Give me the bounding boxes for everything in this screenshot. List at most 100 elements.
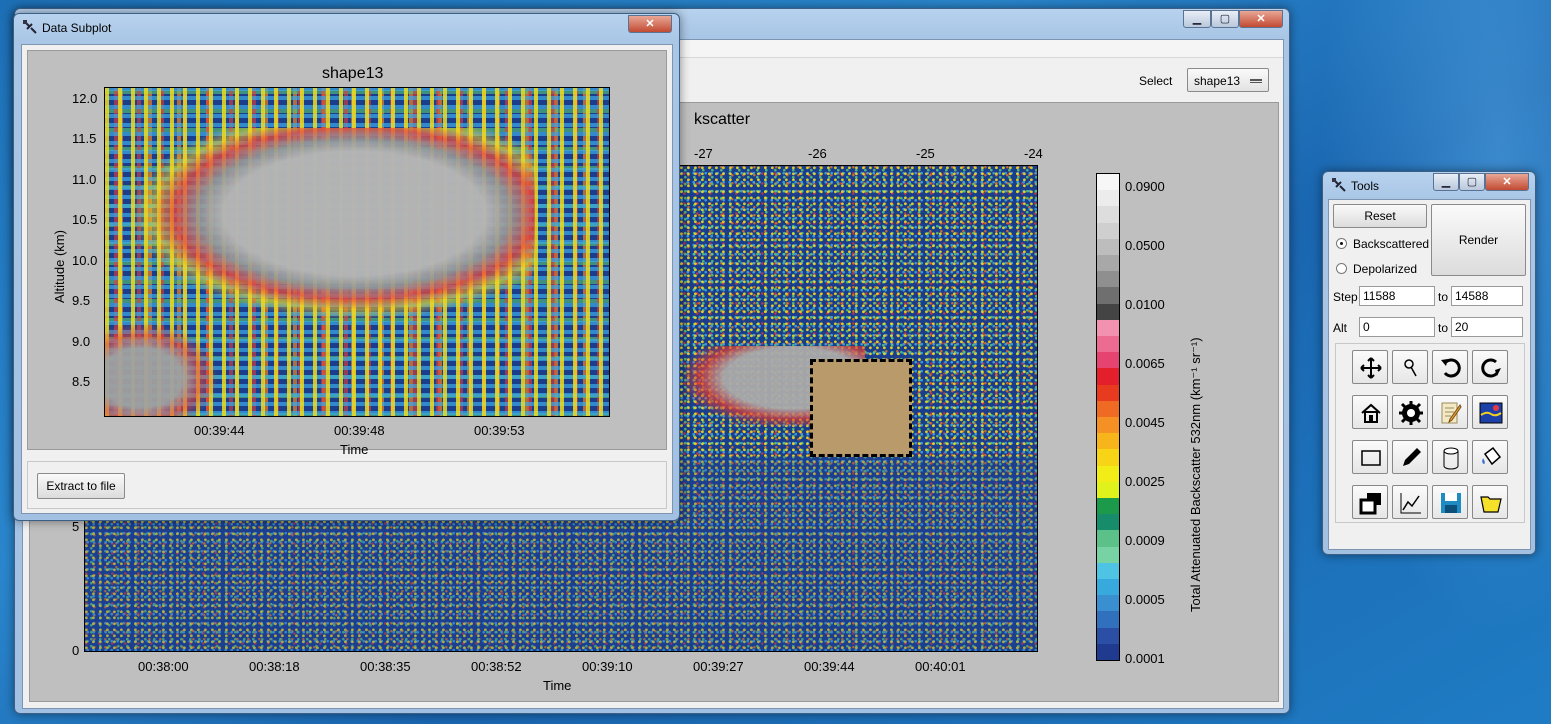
close-button[interactable]: ✕: [1239, 10, 1283, 28]
open-folder-icon: [1480, 496, 1502, 513]
alt-from-input[interactable]: 0: [1359, 317, 1435, 337]
settings-button[interactable]: [1392, 395, 1428, 429]
paint-bucket-icon: [1482, 446, 1502, 466]
tool-grid: [1335, 343, 1525, 523]
notepad-button[interactable]: [1432, 395, 1468, 429]
colorbar-swatch: [1097, 303, 1119, 320]
colorbar-swatch: [1097, 206, 1119, 223]
alt-label: Alt: [1333, 321, 1348, 335]
open-folder-button[interactable]: [1472, 485, 1508, 519]
colorbar-tick: 0.0025: [1125, 474, 1165, 489]
data-subplot-window: Data Subplot ✕ shape13 12.0 11.5 11.0 10…: [13, 13, 680, 521]
main-plot-title: kscatter: [694, 111, 751, 128]
undo-button[interactable]: [1432, 350, 1468, 384]
colorbar-swatch: [1097, 417, 1119, 434]
line-chart-icon: [1400, 493, 1421, 514]
colorbar-tick: 0.0005: [1125, 592, 1165, 607]
cylinder-tool-button[interactable]: [1432, 440, 1468, 474]
layers-button[interactable]: [1352, 485, 1388, 519]
colorbar-tick: 0.0065: [1125, 356, 1165, 371]
colorbar-swatch: [1097, 400, 1119, 418]
save-button[interactable]: [1432, 485, 1468, 519]
colorbar-swatch: [1097, 546, 1119, 563]
minimize-button[interactable]: ▁: [1433, 173, 1459, 191]
x-top-tick: -25: [916, 146, 935, 161]
home-button[interactable]: [1352, 395, 1388, 429]
subplot-y-tick: 10.5: [72, 212, 98, 227]
cylinder-icon: [1443, 447, 1459, 470]
save-disk-icon: [1441, 493, 1461, 513]
colorbar-tick: 0.0009: [1125, 533, 1165, 548]
step-from-input[interactable]: 11588: [1359, 286, 1435, 306]
step-to-input[interactable]: 14588: [1451, 286, 1523, 306]
alt-to-input[interactable]: 20: [1451, 317, 1523, 337]
tools-client-area: Reset Render Backscattered Depolarized S…: [1328, 199, 1531, 550]
depolarized-radio[interactable]: [1336, 263, 1347, 274]
colorbar-swatch: [1097, 352, 1119, 369]
tools-window: Tools ▁ ▢ ✕ Reset Render Backscattered D…: [1322, 171, 1536, 555]
subplot-x-axis-label: Time: [340, 442, 369, 457]
colorbar-swatch: [1097, 271, 1119, 288]
line-chart-button[interactable]: [1392, 485, 1428, 519]
colorbar-swatch: [1097, 465, 1119, 482]
main-x-axis-label: Time: [543, 678, 572, 693]
redo-icon: [1481, 358, 1501, 378]
subplot-y-tick: 12.0: [72, 91, 98, 106]
subplot-y-tick: 9.0: [72, 334, 91, 349]
subplot-title: Data Subplot: [42, 21, 112, 35]
pan-button[interactable]: [1352, 350, 1388, 384]
subplot-y-tick: 10.0: [72, 253, 98, 268]
shape-select-dropdown[interactable]: shape13: [1187, 68, 1269, 92]
colorbar-swatch: [1097, 368, 1119, 385]
close-button[interactable]: ✕: [1485, 173, 1529, 191]
plot-image-icon: [1479, 402, 1503, 424]
colorbar-swatch: [1097, 611, 1119, 628]
select-label: Select: [1139, 74, 1173, 88]
colorbar-tick: 0.0500: [1125, 238, 1165, 253]
x-bottom-tick: 00:39:44: [804, 659, 855, 674]
chevron-down-icon: [1250, 79, 1262, 83]
extract-to-file-button[interactable]: Extract to file: [37, 473, 125, 499]
subplot-plot-title: shape13: [322, 65, 384, 82]
zoom-button[interactable]: [1392, 350, 1428, 384]
pencil-tool-button[interactable]: [1392, 440, 1428, 474]
step-label: Step: [1333, 290, 1358, 304]
subplot-figure: shape13 12.0 11.5 11.0 10.5 10.0 9.5 9.0…: [27, 50, 667, 457]
render-button[interactable]: Render: [1431, 204, 1526, 276]
x-top-tick: -27: [694, 146, 713, 161]
colorbar-swatch: [1097, 384, 1119, 401]
colorbar-swatch: [1097, 530, 1119, 547]
colorbar-swatch: [1097, 319, 1119, 337]
satellite-app-icon: [1332, 178, 1346, 192]
selected-shape-rectangle[interactable]: [810, 359, 912, 457]
backscattered-label[interactable]: Backscattered: [1353, 237, 1429, 251]
y-tick: 5: [72, 519, 80, 534]
x-top-tick: -24: [1024, 146, 1043, 161]
x-bottom-tick: 00:38:18: [249, 659, 300, 674]
colorbar-label: Total Attenuated Backscatter 532nm (km⁻¹…: [1188, 337, 1203, 612]
plot-image-button[interactable]: [1472, 395, 1508, 429]
subplot-cloud: [135, 128, 535, 318]
subplot-titlebar[interactable]: [14, 14, 679, 40]
colorbar-tick: 0.0045: [1125, 415, 1165, 430]
subplot-x-tick: 00:39:48: [334, 423, 385, 438]
paint-bucket-button[interactable]: [1472, 440, 1508, 474]
colorbar-swatch: [1097, 336, 1119, 353]
close-button[interactable]: ✕: [628, 15, 672, 33]
depolarized-label[interactable]: Depolarized: [1353, 262, 1417, 276]
step-to-label: to: [1438, 290, 1449, 304]
reset-button[interactable]: Reset: [1333, 204, 1427, 228]
maximize-button[interactable]: ▢: [1459, 173, 1485, 191]
rectangle-tool-button[interactable]: [1352, 440, 1388, 474]
colorbar-swatch: [1097, 643, 1119, 661]
colorbar: [1096, 173, 1120, 661]
notepad-icon: [1441, 402, 1462, 424]
maximize-button[interactable]: ▢: [1211, 10, 1239, 28]
backscattered-radio[interactable]: [1336, 238, 1347, 249]
subplot-client-area: shape13 12.0 11.5 11.0 10.5 10.0 9.5 9.0…: [21, 44, 673, 514]
minimize-button[interactable]: ▁: [1183, 10, 1211, 28]
subplot-plot-area[interactable]: [104, 87, 610, 417]
subplot-y-tick: 9.5: [72, 293, 91, 308]
colorbar-swatch: [1097, 174, 1119, 191]
redo-button[interactable]: [1472, 350, 1508, 384]
